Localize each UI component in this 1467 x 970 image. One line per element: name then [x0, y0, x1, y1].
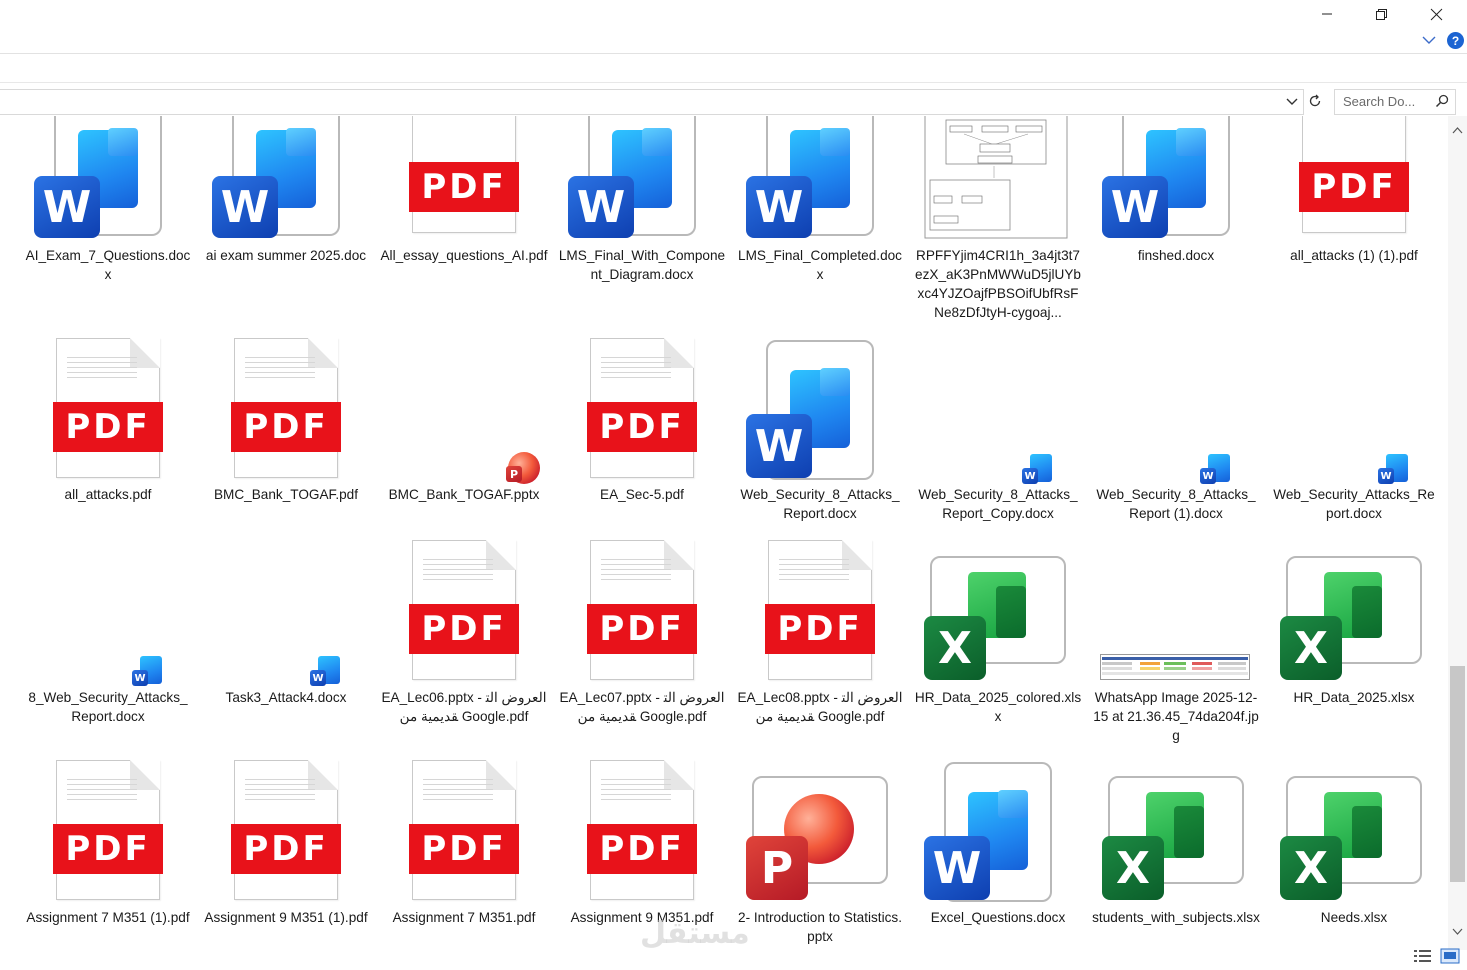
excel-icon: X	[1268, 540, 1440, 680]
word-doc-small-icon: W	[912, 338, 1084, 484]
status-bar	[0, 950, 1467, 970]
word-doc-icon: W	[556, 116, 728, 242]
close-button[interactable]	[1409, 0, 1463, 28]
file-name: EA_Lec06.pptx - العروض التقديمية من Goog…	[381, 690, 547, 724]
excel-icon: X	[912, 540, 1084, 680]
pdf-icon: PDF	[200, 760, 372, 900]
word-doc-icon: W	[734, 338, 906, 480]
title-bar: ?	[0, 0, 1467, 54]
file-name: 2- Introduction to Statistics.pptx	[738, 910, 902, 944]
ribbon-divider	[0, 53, 1467, 54]
refresh-icon	[1309, 94, 1321, 107]
file-name: all_attacks (1) (1).pdf	[1290, 248, 1418, 263]
file-name: EA_Lec08.pptx - العروض التقديمية من Goog…	[737, 690, 903, 724]
pdf-icon: PDF	[200, 338, 372, 478]
search-box[interactable]	[1334, 89, 1456, 115]
file-name: _	[0, 688, 10, 707]
file-name: Web_Security_8_Attacks_Report (1).docx	[1096, 487, 1256, 521]
pdf-icon: PDF	[556, 338, 728, 478]
file-name: Assignment 7 M351.pdf	[392, 910, 536, 925]
file-name: Excel_Questions.docx	[930, 910, 1066, 925]
search-icon[interactable]	[1435, 94, 1449, 108]
close-icon	[1430, 8, 1442, 20]
file-name: Web_Security_8_Attacks_Report.docx	[740, 487, 900, 521]
minimize-button[interactable]	[1300, 0, 1354, 28]
file-name: ai exam summer 2025.doc	[205, 248, 367, 263]
pdf-icon: PDF	[556, 540, 728, 680]
powerpoint-icon: P	[734, 760, 906, 900]
scrollbar-thumb[interactable]	[1450, 666, 1465, 882]
word-doc-icon: W	[200, 116, 372, 242]
pdf-icon: PDF	[1268, 116, 1440, 242]
file-name: Assignment 9 M351.pdf	[570, 910, 714, 925]
large-icons-view-icon[interactable]	[1440, 948, 1460, 964]
file-name: Assignment 9 M351 (1).pdf	[204, 910, 368, 925]
details-view-icon[interactable]	[1413, 948, 1433, 964]
word-doc-small-icon: W	[1268, 338, 1440, 484]
ribbon-expand-chevron-icon[interactable]	[1421, 32, 1437, 48]
file-name: BMC_Bank_TOGAF.pdf	[213, 487, 359, 502]
pdf-icon: PDF	[22, 760, 194, 900]
file-name: BMC_Bank_TOGAF.pptx	[388, 487, 540, 502]
chevron-down-icon[interactable]	[1285, 94, 1299, 108]
file-name: HR_Data_2025.xlsx	[1293, 690, 1415, 705]
word-doc-icon: W	[734, 116, 906, 242]
pdf-icon: PDF	[378, 540, 550, 680]
diagram-image-thumbnail	[912, 116, 1084, 242]
word-doc-small-icon: W	[22, 540, 194, 686]
pdf-icon: PDF	[378, 116, 550, 242]
word-doc-small-icon: W	[200, 540, 372, 686]
search-input[interactable]	[1335, 90, 1431, 112]
file-name: All_essay_questions_AI.pdf	[380, 248, 548, 263]
file-name: RPFFYjim4CRI1h_3a4jt3t7ezX_aK3PnMWWuD5jl…	[915, 248, 1081, 320]
word-doc-icon: W	[1090, 116, 1262, 242]
vertical-scrollbar[interactable]	[1448, 116, 1467, 950]
spreadsheet-image-thumbnail	[1090, 540, 1262, 680]
file-name: WhatsApp Image 2025-12-15 at 21.36.45_74…	[1093, 690, 1259, 743]
word-doc-icon: W	[912, 760, 1084, 902]
restore-button[interactable]	[1354, 0, 1408, 28]
restore-icon	[1375, 8, 1387, 20]
excel-icon: X	[1090, 760, 1262, 900]
pdf-icon: PDF	[22, 338, 194, 478]
file-name: all_attacks.pdf	[64, 487, 152, 502]
pdf-icon: PDF	[378, 760, 550, 900]
file-name: students_with_subjects.xlsx	[1092, 910, 1260, 925]
file-name: Web_Security_8_Attacks_Report_Copy.docx	[918, 487, 1078, 521]
file-name: HR_Data_2025_colored.xlsx	[914, 690, 1082, 724]
minimize-icon	[1322, 13, 1332, 15]
file-name: l	[0, 246, 10, 265]
file-grid: l W AI_Exam_7_Questions.docx W ai exam s…	[0, 116, 1448, 950]
powerpoint-icon: P	[378, 338, 550, 484]
file-name: 8_Web_Security_Attacks_Report.docx	[28, 690, 188, 724]
file-name: Task3_Attack4.docx	[225, 690, 347, 705]
excel-icon: X	[1268, 760, 1440, 900]
file-name: EA_Lec07.pptx - العروض التقديمية من Goog…	[559, 690, 725, 724]
word-doc-icon: W	[22, 116, 194, 242]
ribbon-divider-2	[0, 82, 1467, 83]
refresh-button[interactable]	[1304, 89, 1326, 113]
file-name: LMS_Final_Completed.docx	[738, 248, 902, 282]
file-name: EA_Sec-5.pdf	[600, 487, 684, 502]
file-name: finshed.docx	[1137, 248, 1215, 263]
word-doc-small-icon: W	[1090, 338, 1262, 484]
address-bar[interactable]	[0, 89, 1304, 115]
file-name: AI_Exam_7_Questions.docx	[25, 248, 191, 282]
file-name: Needs.xlsx	[1320, 910, 1388, 925]
file-name: Assignment 7 M351 (1).pdf	[26, 910, 190, 925]
file-name: Web_Security_Attacks_Report.docx	[1273, 487, 1435, 521]
pdf-icon: PDF	[734, 540, 906, 680]
file-name: LMS_Final_With_Component_Diagram.docx	[558, 248, 726, 282]
help-button[interactable]: ?	[1447, 32, 1464, 49]
pdf-icon: PDF	[556, 760, 728, 900]
scroll-down-icon[interactable]	[1452, 928, 1463, 936]
scroll-up-icon[interactable]	[1452, 126, 1463, 134]
